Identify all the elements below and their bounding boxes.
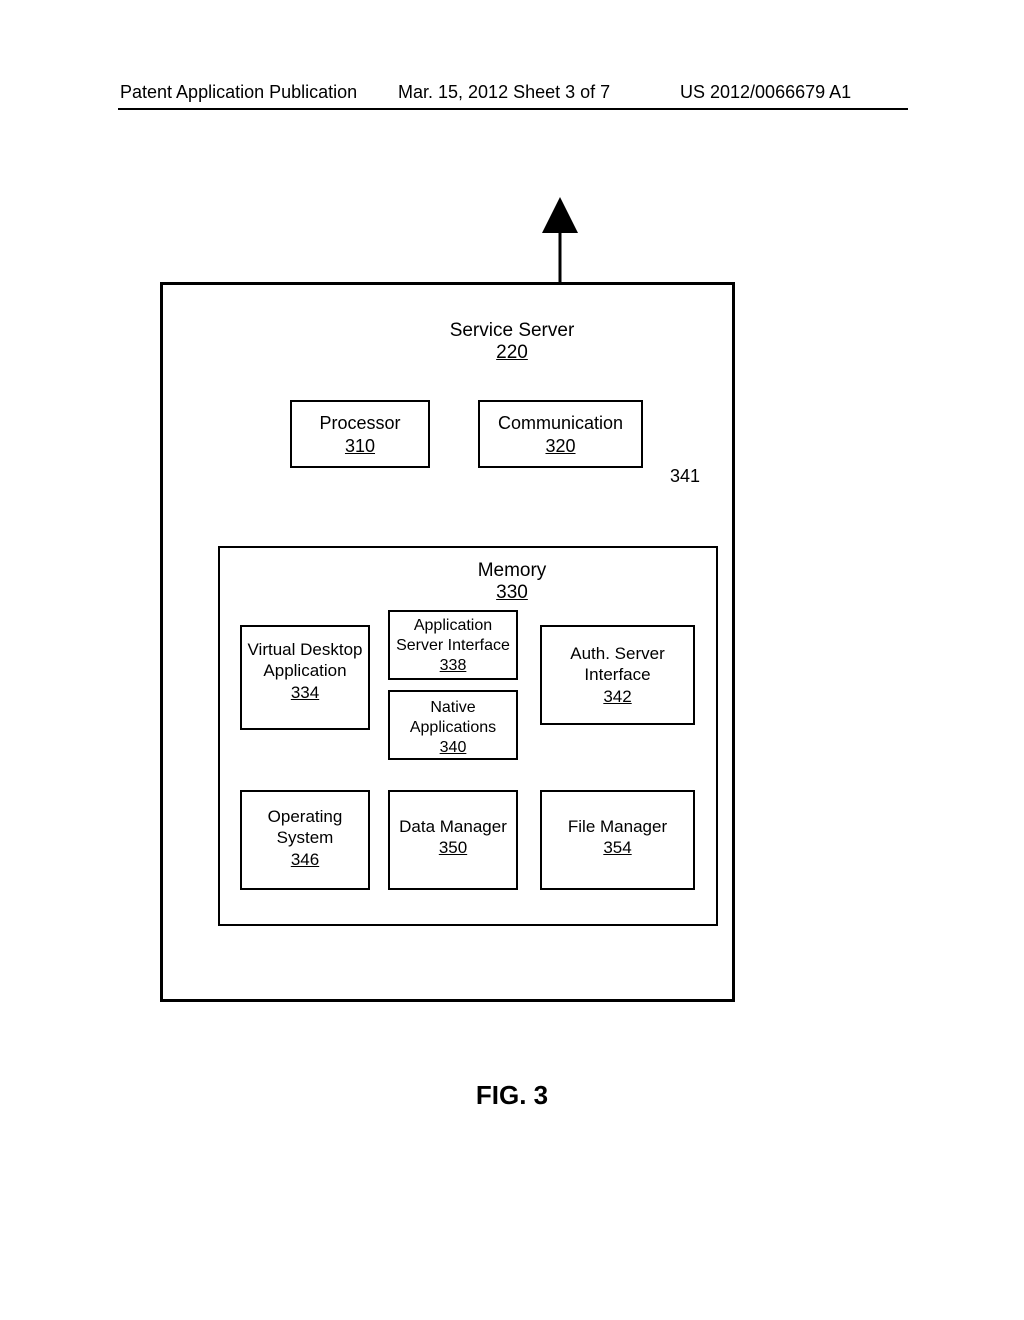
vda-label: Virtual Desktop Application <box>248 640 363 680</box>
header-mid: Mar. 15, 2012 Sheet 3 of 7 <box>398 82 610 103</box>
memory-ref: 330 <box>496 582 528 603</box>
os-label: Operating System <box>268 807 343 847</box>
nat-label: Native Applications <box>410 699 496 736</box>
bus-ref-label: 341 <box>670 466 700 487</box>
communication-box: Communication 320 <box>478 400 643 468</box>
communication-ref: 320 <box>545 436 575 456</box>
service-server-title: Service Server 220 <box>0 320 1024 364</box>
auth-label: Auth. Server Interface <box>570 644 665 684</box>
os-ref: 346 <box>291 850 319 869</box>
asi-label: Application Server Interface <box>396 617 510 654</box>
header-left: Patent Application Publication <box>120 82 357 103</box>
processor-ref: 310 <box>345 436 375 456</box>
figure-caption: FIG. 3 <box>0 1080 1024 1111</box>
dmg-ref: 350 <box>439 838 467 857</box>
data-manager-box: Data Manager 350 <box>388 790 518 890</box>
processor-box: Processor 310 <box>290 400 430 468</box>
dmg-label: Data Manager <box>399 817 507 836</box>
application-server-interface-box: Application Server Interface 338 <box>388 610 518 680</box>
page: Patent Application Publication Mar. 15, … <box>0 0 1024 1320</box>
nat-ref: 340 <box>440 739 467 756</box>
auth-server-interface-box: Auth. Server Interface 342 <box>540 625 695 725</box>
memory-title: Memory 330 <box>0 560 1024 604</box>
service-server-label: Service Server <box>450 320 575 341</box>
native-applications-box: Native Applications 340 <box>388 690 518 760</box>
auth-ref: 342 <box>603 687 631 706</box>
virtual-desktop-application-box: Virtual Desktop Application 334 <box>240 625 370 730</box>
fmg-label: File Manager <box>568 817 667 836</box>
operating-system-box: Operating System 346 <box>240 790 370 890</box>
service-server-ref: 220 <box>496 342 528 363</box>
header-right: US 2012/0066679 A1 <box>680 82 851 103</box>
vda-ref: 334 <box>291 683 319 702</box>
communication-label: Communication <box>498 413 623 433</box>
memory-label: Memory <box>478 560 547 581</box>
fmg-ref: 354 <box>603 838 631 857</box>
file-manager-box: File Manager 354 <box>540 790 695 890</box>
header-rule <box>118 108 908 110</box>
asi-ref: 338 <box>440 657 467 674</box>
processor-label: Processor <box>319 413 400 433</box>
